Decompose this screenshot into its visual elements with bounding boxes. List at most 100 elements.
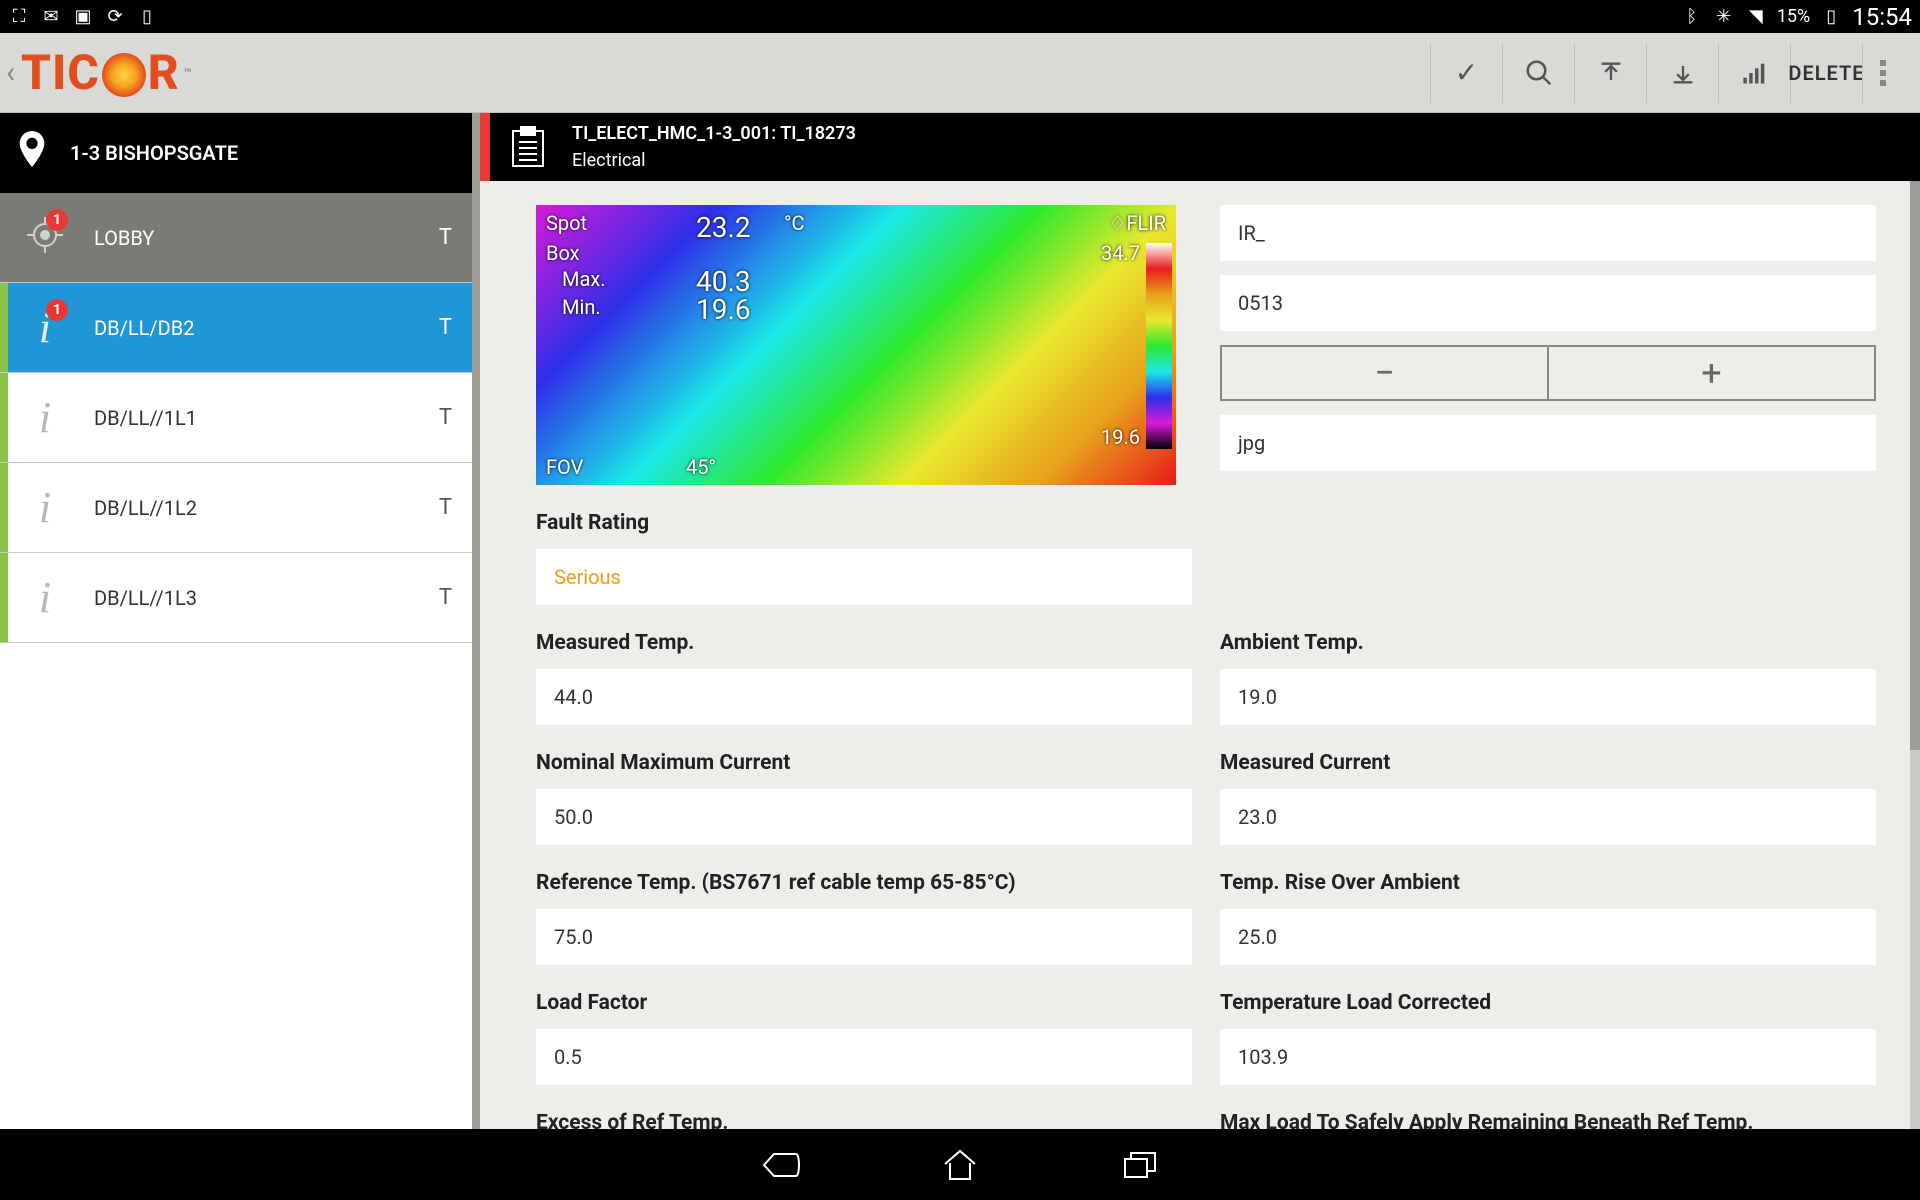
measured-temp-field[interactable]: 44.0 <box>536 669 1192 725</box>
severity-strip <box>480 113 490 181</box>
logo-tm: ™ <box>184 66 193 80</box>
wifi-icon: ◥ <box>1745 6 1767 27</box>
tree-label: DB/LL/DB2 <box>94 316 194 340</box>
battery-percent: 15% <box>1777 6 1810 27</box>
load-factor-label: Load Factor <box>536 991 1192 1015</box>
tree-type: T <box>439 405 452 430</box>
stepper-minus-button[interactable]: − <box>1220 345 1547 401</box>
fault-rating-label: Fault Rating <box>536 511 1192 535</box>
nav-home-button[interactable] <box>935 1145 985 1185</box>
content-pane: TI_ELECT_HMC_1-3_001: TI_18273 Electrica… <box>480 113 1920 1129</box>
overflow-menu-icon[interactable] <box>1862 43 1902 103</box>
fault-rating-field[interactable]: Serious <box>536 549 1192 605</box>
record-header: TI_ELECT_HMC_1-3_001: TI_18273 Electrica… <box>480 113 1920 181</box>
measured-current-label: Measured Current <box>1220 751 1876 775</box>
file-number-stepper: − + <box>1220 345 1876 401</box>
file-prefix-field[interactable]: IR_ <box>1220 205 1876 261</box>
thermal-image[interactable]: Spot 23.2 °C Box Max. 40.3 Min. 19.6 ♢FL… <box>536 205 1176 485</box>
temp-rise-field[interactable]: 25.0 <box>1220 909 1876 965</box>
thermal-angle: 45° <box>686 455 716 479</box>
thermal-box-label: Box <box>546 241 580 265</box>
site-name: 1-3 BISHOPSGATE <box>70 141 238 165</box>
info-icon: i <box>39 572 51 623</box>
thermal-min-label: Min. <box>562 295 601 319</box>
tree-row-1l1[interactable]: i DB/LL//1L1 T <box>0 373 472 463</box>
back-icon[interactable]: ‹ <box>6 55 15 90</box>
temp-load-corrected-label: Temperature Load Corrected <box>1220 991 1876 1015</box>
tree-row-db2[interactable]: i 1 DB/LL/DB2 T <box>0 283 472 373</box>
confirm-button[interactable]: ✓ <box>1430 43 1502 103</box>
download-button[interactable] <box>1646 43 1718 103</box>
tree-label: DB/LL//1L3 <box>94 586 197 610</box>
mail-icon: ✉ <box>40 6 62 27</box>
signal-button[interactable] <box>1718 43 1790 103</box>
thermal-unit: °C <box>784 211 805 235</box>
stepper-plus-button[interactable]: + <box>1547 345 1876 401</box>
file-ext-field[interactable]: jpg <box>1220 415 1876 471</box>
thermal-min-value: 19.6 <box>696 293 751 326</box>
temp-load-corrected-field[interactable]: 103.9 <box>1220 1029 1876 1085</box>
battery-icon: ▯ <box>1820 6 1842 27</box>
tree-type: T <box>439 495 452 520</box>
max-load-safe-label: Max Load To Safely Apply Remaining Benea… <box>1220 1111 1876 1129</box>
excess-ref-temp-label: Excess of Ref Temp. <box>536 1111 1192 1129</box>
info-icon: i <box>39 392 51 443</box>
site-row[interactable]: 1-3 BISHOPSGATE <box>0 113 472 193</box>
badge: 1 <box>46 209 68 231</box>
thermal-scale-lo: 19.6 <box>1101 425 1140 449</box>
delete-button[interactable]: DELETE <box>1790 43 1862 103</box>
tree-row-1l3[interactable]: i DB/LL//1L3 T <box>0 553 472 643</box>
tree-row-lobby[interactable]: 1 LOBBY T <box>0 193 472 283</box>
logo-pre: TIC <box>21 44 100 101</box>
thermal-scale-hi: 34.7 <box>1101 241 1140 265</box>
nominal-max-current-label: Nominal Maximum Current <box>536 751 1192 775</box>
tree-label: DB/LL//1L2 <box>94 496 197 520</box>
sync-icon: ⟳ <box>104 6 126 27</box>
android-status-bar: ⛶ ✉ ▣ ⟳ ▯ ᛒ ✳ ◥ 15% ▯ 15:54 <box>0 0 1920 33</box>
info-icon: i <box>39 482 51 533</box>
logo-o-icon <box>102 53 146 97</box>
location-pin-icon <box>18 131 46 175</box>
tree-type: T <box>439 585 452 610</box>
upload-button[interactable] <box>1574 43 1646 103</box>
fullscreen-icon: ⛶ <box>8 6 30 27</box>
sidebar: 1-3 BISHOPSGATE 1 LOBBY T i 1 DB/LL/DB2 … <box>0 113 480 1129</box>
measured-current-field[interactable]: 23.0 <box>1220 789 1876 845</box>
ambient-temp-field[interactable]: 19.0 <box>1220 669 1876 725</box>
nav-recent-button[interactable] <box>1115 1145 1165 1185</box>
thermal-spot-value: 23.2 <box>696 211 751 244</box>
nominal-max-current-field[interactable]: 50.0 <box>536 789 1192 845</box>
action-bar: ‹ TIC R ™ ✓ DELETE <box>0 33 1920 113</box>
search-button[interactable] <box>1502 43 1574 103</box>
android-nav-bar <box>0 1129 1920 1200</box>
thermal-spot-label: Spot <box>546 211 587 235</box>
load-factor-field[interactable]: 0.5 <box>536 1029 1192 1085</box>
content-scrollbar[interactable] <box>1910 181 1920 1129</box>
thermal-fov-label: FOV <box>546 455 583 479</box>
badge: 1 <box>46 299 68 321</box>
nav-back-button[interactable] <box>755 1145 805 1185</box>
bluetooth-icon: ᛒ <box>1681 6 1703 27</box>
file-number-field[interactable]: 0513 <box>1220 275 1876 331</box>
flir-brand-label: ♢FLIR <box>1108 211 1166 235</box>
tree-type: T <box>439 225 452 250</box>
ticor-logo[interactable]: TIC R ™ <box>21 44 192 101</box>
tree-row-1l2[interactable]: i DB/LL//1L2 T <box>0 463 472 553</box>
picture-icon: ▣ <box>72 6 94 27</box>
record-category: Electrical <box>572 150 856 171</box>
reference-temp-label: Reference Temp. (BS7671 ref cable temp 6… <box>536 871 1192 895</box>
reference-temp-field[interactable]: 75.0 <box>536 909 1192 965</box>
clock: 15:54 <box>1852 3 1912 31</box>
measured-temp-label: Measured Temp. <box>536 631 1192 655</box>
device-icon: ▯ <box>136 6 158 27</box>
temp-rise-label: Temp. Rise Over Ambient <box>1220 871 1876 895</box>
logo-post: R <box>148 44 180 101</box>
tree-label: LOBBY <box>94 226 154 250</box>
thermal-max-label: Max. <box>562 267 606 291</box>
tree-type: T <box>439 315 452 340</box>
thermal-colorbar <box>1146 243 1172 449</box>
record-code: TI_ELECT_HMC_1-3_001: TI_18273 <box>572 123 856 144</box>
vibrate-icon: ✳ <box>1713 6 1735 27</box>
tree-label: DB/LL//1L1 <box>94 406 197 430</box>
ambient-temp-label: Ambient Temp. <box>1220 631 1876 655</box>
